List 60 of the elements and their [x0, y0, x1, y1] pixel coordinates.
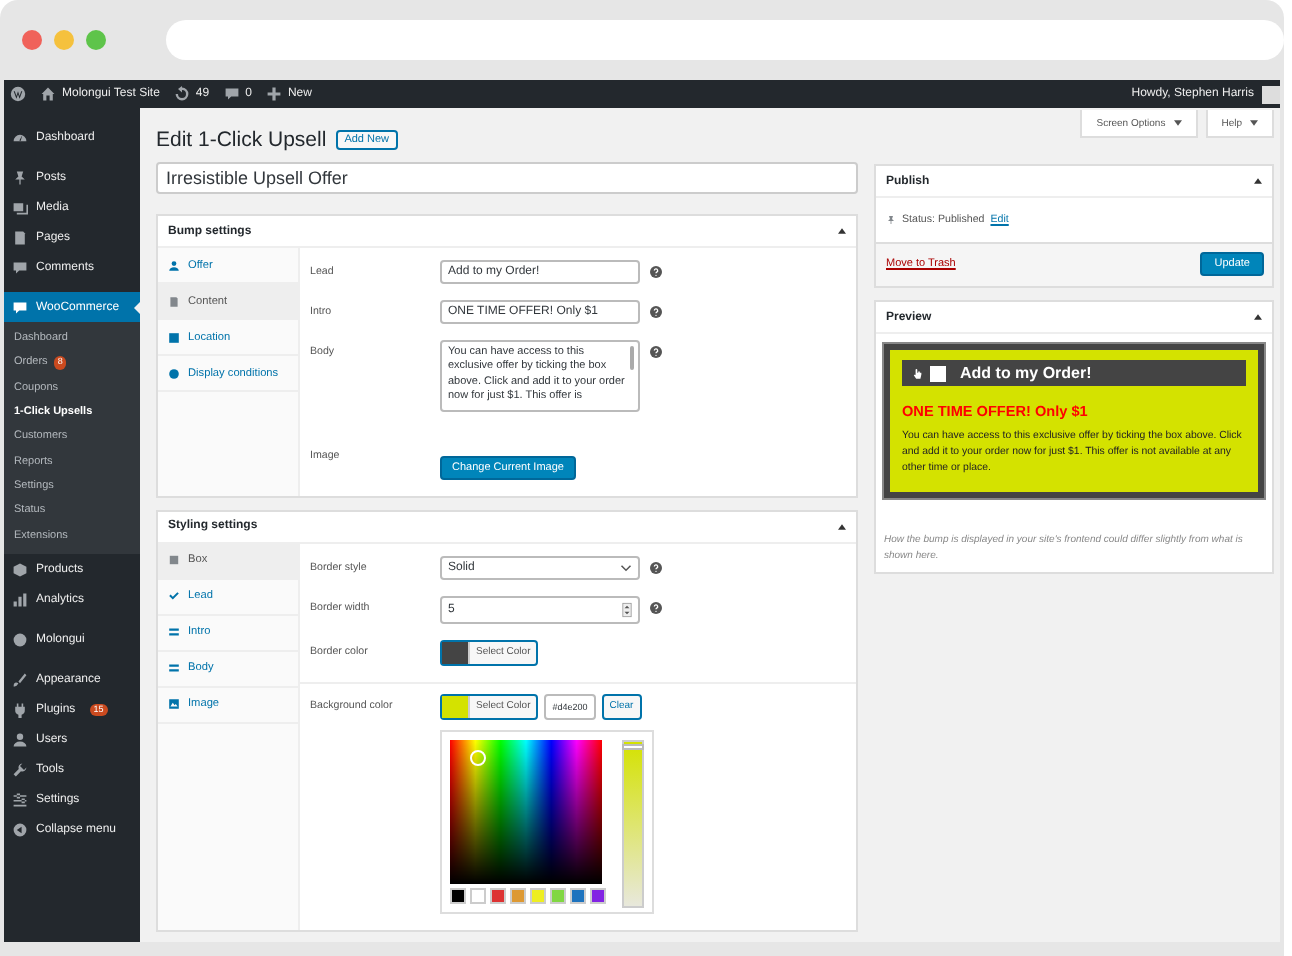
bar-chart-icon: [12, 592, 28, 609]
palette-swatch[interactable]: [490, 887, 506, 904]
speech-bubble-icon: [12, 259, 28, 275]
help-icon[interactable]: [650, 346, 662, 358]
help-icon[interactable]: [650, 561, 662, 574]
cube-icon: [12, 562, 28, 579]
spinner-icon: [622, 601, 632, 618]
window-close-icon[interactable]: [22, 30, 42, 50]
photos-icon: [12, 199, 28, 215]
picker-handle[interactable]: [470, 749, 486, 766]
palette-swatch[interactable]: [590, 887, 606, 904]
palette-swatch[interactable]: [550, 887, 566, 904]
square-icon: [168, 554, 180, 567]
wrench-icon: [12, 762, 28, 779]
palette-swatch[interactable]: [530, 887, 546, 904]
check-icon: [168, 590, 180, 603]
caret-icon[interactable]: [1254, 178, 1262, 184]
layout-icon: [168, 331, 180, 343]
caret-icon[interactable]: [838, 523, 846, 530]
image-icon: [168, 698, 180, 711]
user-icon: [168, 259, 180, 271]
help-icon[interactable]: [650, 266, 662, 278]
plus-icon: [265, 86, 282, 102]
pin-icon: [12, 169, 28, 185]
help-icon[interactable]: [650, 306, 662, 318]
pin-icon: [886, 214, 896, 226]
collapse-icon: [12, 822, 28, 839]
user-icon: [12, 732, 28, 749]
caret-icon: [1173, 120, 1182, 126]
page-title: Edit 1-Click Upsell: [156, 128, 327, 152]
lead-text: Add to my Order!: [960, 364, 1092, 382]
chevron-icon: [620, 563, 632, 572]
help-icon[interactable]: [650, 601, 662, 614]
color-gradient[interactable]: [450, 739, 603, 884]
sliders-icon: [12, 792, 28, 809]
plug-icon: [12, 702, 28, 719]
page-icon: [168, 295, 180, 307]
avatar-icon[interactable]: [1262, 85, 1280, 103]
speech-bubble-icon: [223, 86, 240, 102]
palette-swatch[interactable]: [510, 887, 526, 904]
caret-icon[interactable]: [1254, 314, 1262, 320]
gauge-icon: [12, 129, 28, 145]
page-icon: [12, 229, 28, 245]
brush-icon: [12, 672, 28, 689]
caret-icon[interactable]: [838, 228, 846, 234]
palette-swatch[interactable]: [570, 887, 586, 904]
speech-bubble-icon: [12, 299, 28, 315]
slider-handle[interactable]: [622, 743, 644, 750]
lines-icon: [168, 626, 180, 639]
palette-swatch[interactable]: [470, 887, 486, 904]
caret-icon: [1250, 120, 1258, 126]
hand-icon: [912, 367, 924, 379]
lightness-slider[interactable]: [622, 739, 644, 908]
palette-swatch[interactable]: [450, 887, 466, 904]
refresh-icon: [173, 86, 190, 102]
logo-icon[interactable]: [10, 86, 26, 102]
checkbox[interactable]: [930, 365, 946, 381]
lines-icon: [168, 662, 180, 675]
home-icon: [40, 86, 56, 102]
title-field[interactable]: Irresistible Upsell Offer: [156, 162, 858, 194]
